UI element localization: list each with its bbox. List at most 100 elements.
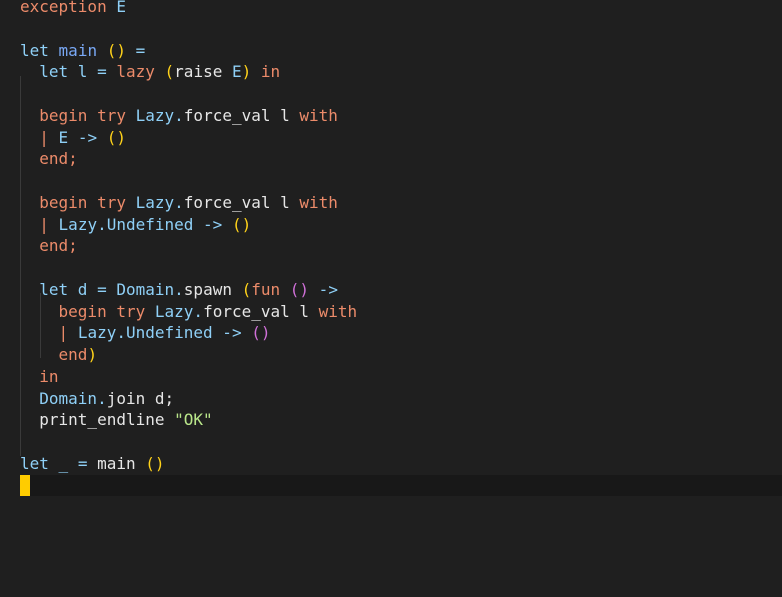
code-line[interactable]: | E -> () — [20, 127, 782, 149]
code-token: join d; — [106, 388, 175, 408]
code-token: force_val l — [183, 105, 300, 125]
code-line[interactable]: end; — [20, 235, 782, 257]
code-line[interactable]: let d = Domain.spawn (fun () -> — [20, 279, 782, 301]
code-line[interactable]: let l = lazy (raise E) in — [20, 61, 782, 83]
current-line[interactable] — [20, 474, 782, 497]
code-token: E — [116, 0, 126, 16]
code-token: | — [39, 127, 49, 147]
code-line[interactable] — [20, 257, 782, 279]
code-line[interactable]: in — [20, 366, 782, 388]
code-token: in — [260, 62, 281, 82]
code-line[interactable]: begin try Lazy.force_val l with — [20, 105, 782, 127]
code-editor[interactable]: exception E let main () = let l = lazy (… — [20, 0, 782, 497]
code-token: = — [97, 62, 107, 82]
code-token: main — [87, 453, 146, 473]
code-token: -> — [68, 127, 98, 147]
code-token: -> — [212, 323, 242, 343]
code-line[interactable]: begin try Lazy.force_val l with — [20, 192, 782, 214]
code-token: () — [231, 214, 252, 234]
code-token: with — [318, 301, 358, 321]
text-cursor — [20, 474, 30, 496]
code-token: begin — [39, 105, 88, 125]
code-token: -> — [193, 214, 223, 234]
code-line[interactable]: Domain.join d; — [20, 388, 782, 410]
code-line[interactable] — [20, 18, 782, 40]
code-token: try — [97, 192, 126, 212]
code-token: ) — [87, 345, 98, 364]
code-token: in — [39, 366, 59, 386]
code-line[interactable]: | Lazy.Undefined -> () — [20, 214, 782, 236]
code-line[interactable]: | Lazy.Undefined -> () — [20, 322, 782, 344]
code-token: Lazy.Undefined — [77, 323, 213, 343]
code-token: ( — [241, 279, 252, 299]
code-token: fun — [251, 279, 281, 299]
code-token: Domain. — [39, 388, 107, 408]
code-line[interactable]: end; — [20, 148, 782, 170]
code-token: Lazy.Undefined — [58, 214, 194, 234]
code-token: () — [145, 453, 165, 473]
code-token: begin — [58, 301, 107, 321]
code-token: = — [77, 453, 88, 473]
code-line[interactable]: print_endline "OK" — [20, 409, 782, 431]
code-line[interactable]: let main () = — [20, 40, 782, 62]
code-line[interactable]: end) — [20, 344, 782, 366]
code-token: () — [106, 127, 126, 147]
code-token: Lazy. — [135, 105, 184, 125]
code-token: with — [299, 105, 338, 125]
code-token: ( — [164, 62, 175, 82]
code-token: try — [97, 105, 126, 125]
code-token: let — [39, 62, 69, 82]
code-token: "OK" — [174, 410, 213, 430]
code-token: spawn — [183, 279, 242, 299]
code-token: let — [39, 279, 69, 299]
code-token: = — [125, 40, 146, 60]
code-token: | — [58, 323, 69, 343]
code-token: raise — [174, 62, 232, 82]
code-line[interactable]: exception E — [20, 0, 782, 18]
code-token: -> — [309, 279, 338, 299]
code-token: l — [68, 62, 98, 82]
code-token: let — [20, 453, 49, 473]
code-token: () — [289, 279, 310, 299]
code-token: = — [97, 279, 107, 299]
code-token: ) — [241, 62, 252, 82]
code-token: Domain. — [116, 279, 184, 299]
code-token: force_val l — [203, 301, 319, 321]
code-line[interactable] — [20, 83, 782, 105]
code-token: _ — [48, 453, 78, 473]
code-line[interactable] — [20, 170, 782, 192]
code-line[interactable]: begin try Lazy.force_val l with — [20, 301, 782, 323]
code-token: Lazy. — [135, 192, 184, 212]
code-token: end; — [39, 236, 78, 256]
code-line[interactable] — [20, 431, 782, 453]
code-line[interactable]: let _ = main () — [20, 453, 782, 475]
code-token: with — [299, 192, 338, 212]
